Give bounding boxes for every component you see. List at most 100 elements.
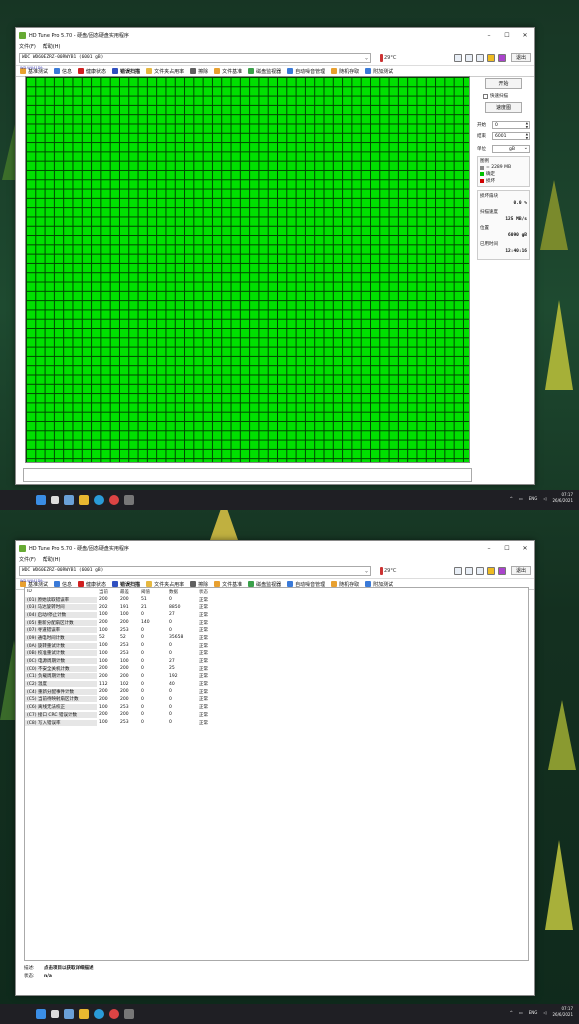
title-bar[interactable]: HD Tune Pro 5.70 - 硬盘/固态硬盘实用程序 – ☐ ✕	[16, 541, 534, 555]
close-button[interactable]: ✕	[516, 28, 534, 42]
table-row[interactable]: (05) 重新分配扇区计数 200 200 140 0 正常	[25, 619, 528, 627]
file-explorer-icon[interactable]	[79, 1009, 89, 1019]
volume-icon[interactable]: ◁	[543, 496, 546, 501]
col-threshold[interactable]: 阈值	[139, 589, 167, 595]
clock[interactable]: 07:17 26/6/2021	[552, 492, 573, 504]
attr-current: 100	[99, 650, 108, 656]
menu-file[interactable]: 文件(F)	[19, 556, 36, 563]
table-row[interactable]: (C7) 接口 CRC 错误计数 200 200 0 0 正常	[25, 711, 528, 719]
save-icon[interactable]	[497, 566, 506, 575]
end-input[interactable]: 6001 ▲ ▼	[492, 132, 530, 140]
menu-help[interactable]: 帮助(H)	[43, 556, 61, 563]
tab-scan[interactable]: 错误扫描	[112, 68, 140, 75]
spinner-icon[interactable]: ▲ ▼	[526, 121, 528, 129]
attr-id: (01) 原始读取错误率	[25, 596, 97, 603]
tab-health[interactable]: 健康状态	[78, 68, 106, 75]
col-data[interactable]: 数据	[167, 589, 197, 595]
table-row[interactable]: (C6) 离线无法校正 100 253 0 0 正常	[25, 703, 528, 711]
attr-status: 正常	[199, 643, 208, 649]
col-status[interactable]: 状态	[197, 589, 227, 595]
tab-extra[interactable]: 附加测试	[365, 68, 393, 75]
speed-map-button[interactable]: 速度图	[485, 102, 522, 113]
tab-info[interactable]: 信息	[54, 68, 72, 75]
chevron-up-icon[interactable]: ^	[510, 496, 513, 501]
task-view-icon[interactable]	[51, 496, 59, 504]
widgets-icon[interactable]	[64, 1009, 74, 1019]
tab-folder[interactable]: 文件夹占用率	[146, 68, 184, 75]
table-row[interactable]: (C2) 温度 112 102 0 40 正常	[25, 680, 528, 688]
minimize-button[interactable]: –	[480, 28, 498, 42]
widgets-icon[interactable]	[64, 495, 74, 505]
col-current[interactable]: 当前	[97, 589, 118, 595]
exit-button[interactable]: 退出	[510, 53, 531, 62]
attr-status: 正常	[199, 612, 208, 618]
exit-button[interactable]: 退出	[510, 566, 531, 575]
edge-icon[interactable]	[94, 495, 104, 505]
table-row[interactable]: (03) 马达旋转时间 202 191 21 8850 正常	[25, 603, 528, 611]
close-button[interactable]: ✕	[516, 541, 534, 555]
options-icon[interactable]	[486, 566, 495, 575]
copy-info-icon[interactable]	[453, 53, 462, 62]
chrome-icon[interactable]	[109, 495, 119, 505]
attr-status: 正常	[199, 651, 208, 657]
unit-value: gB	[509, 146, 515, 152]
tab-erase[interactable]: 擦除	[190, 68, 208, 75]
tab-monitor[interactable]: 磁盘监视器	[248, 68, 281, 75]
start-button[interactable]: 开始	[485, 78, 522, 89]
menu-help[interactable]: 帮助(H)	[43, 43, 61, 50]
table-row[interactable]: (C0) 不安全关机计数 200 200 0 25 正常	[25, 665, 528, 673]
task-view-icon[interactable]	[51, 1010, 59, 1018]
save-icon[interactable]	[497, 53, 506, 62]
copy-text-icon[interactable]	[464, 566, 473, 575]
table-row[interactable]: (09) 通电时间计数 52 52 0 35658 正常	[25, 634, 528, 642]
table-row[interactable]: (C8) 写入错误率 100 253 0 0 正常	[25, 719, 528, 727]
file-explorer-icon[interactable]	[79, 495, 89, 505]
hdtune-taskbar-icon[interactable]	[124, 495, 134, 505]
table-row[interactable]: (07) 寻道错误率 100 253 0 0 正常	[25, 626, 528, 634]
chrome-icon[interactable]	[109, 1009, 119, 1019]
language-indicator[interactable]: ENG	[529, 496, 538, 501]
unit-select[interactable]: gB ⌄	[492, 145, 530, 153]
table-row[interactable]: (0A) 旋转重试计数 100 253 0 0 正常	[25, 642, 528, 650]
maximize-button[interactable]: ☐	[498, 541, 516, 555]
menu-file[interactable]: 文件(F)	[19, 43, 36, 50]
table-row[interactable]: (0B) 校准重试计数 100 253 0 0 正常	[25, 650, 528, 658]
col-id[interactable]: ID	[25, 589, 97, 595]
clock[interactable]: 07:17 26/6/2021	[552, 1006, 573, 1018]
edge-icon[interactable]	[94, 1009, 104, 1019]
minimize-button[interactable]: –	[480, 541, 498, 555]
maximize-button[interactable]: ☐	[498, 28, 516, 42]
copy-info-icon[interactable]	[453, 566, 462, 575]
chevron-up-icon[interactable]: ^	[510, 1010, 513, 1015]
volume-icon[interactable]: ◁	[543, 1010, 546, 1015]
table-row[interactable]: (C4) 重新分配事件计数 200 200 0 0 正常	[25, 688, 528, 696]
screenshot-icon[interactable]	[475, 53, 484, 62]
table-row[interactable]: (C5) 当前待映射扇区计数 200 200 0 0 正常	[25, 696, 528, 704]
screenshot-icon[interactable]	[475, 566, 484, 575]
attr-status: 正常	[199, 697, 208, 703]
tab-file[interactable]: 文件基准	[214, 68, 242, 75]
col-worst[interactable]: 最差	[118, 589, 139, 595]
drive-select[interactable]: WDC WD60EZRZ-00RWYB1 (6001 gB) ⌄	[19, 565, 371, 576]
quick-scan-checkbox[interactable]: 快速扫描	[483, 93, 524, 99]
table-row[interactable]: (01) 原始读取错误率 200 200 51 0 正常	[25, 596, 528, 604]
spinner-icon[interactable]: ▲ ▼	[526, 132, 528, 140]
attr-data: 25	[169, 666, 175, 672]
windows-start-icon[interactable]	[36, 495, 46, 505]
language-indicator[interactable]: ENG	[529, 1010, 538, 1015]
table-row[interactable]: (0C) 电源周期计数 100 100 0 27 正常	[25, 657, 528, 665]
hdtune-taskbar-icon[interactable]	[124, 1009, 134, 1019]
windows-start-icon[interactable]	[36, 1009, 46, 1019]
start-input[interactable]: 0 ▲ ▼	[492, 121, 530, 129]
drive-select[interactable]: WDC WD60EZRZ-00RWYB1 (6001 gB) ⌄	[19, 52, 371, 63]
options-icon[interactable]	[486, 53, 495, 62]
tab-noise[interactable]: 自动噪音管理	[287, 68, 325, 75]
tab-random[interactable]: 随机存取	[331, 68, 359, 75]
table-row[interactable]: (04) 启动/停止计数 100 100 0 27 正常	[25, 611, 528, 619]
folder-icon	[146, 68, 153, 74]
table-row[interactable]: (C1) 负载周期计数 200 200 0 192 正常	[25, 673, 528, 681]
title-bar[interactable]: HD Tune Pro 5.70 - 硬盘/固态硬盘实用程序 – ☐ ✕	[16, 28, 534, 42]
copy-text-icon[interactable]	[464, 53, 473, 62]
network-icon[interactable]: ▭	[519, 1010, 523, 1015]
network-icon[interactable]: ▭	[519, 496, 523, 501]
